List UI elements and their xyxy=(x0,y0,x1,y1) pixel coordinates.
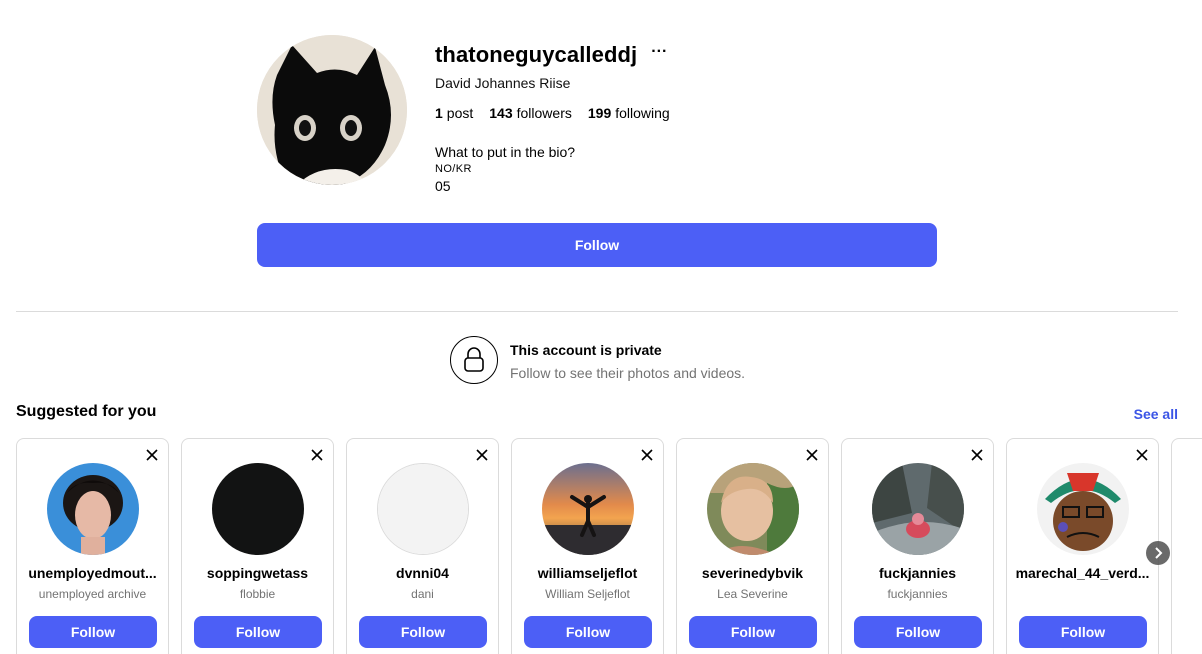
followers-count: 143 xyxy=(489,105,513,121)
follow-button[interactable]: Follow xyxy=(257,223,937,267)
suggestion-username[interactable]: soppingwetass xyxy=(188,565,327,581)
suggestion-follow-button[interactable]: Follow xyxy=(29,616,157,648)
suggestion-subtitle: flobbie xyxy=(239,587,276,601)
followers-stat[interactable]: 143 followers xyxy=(489,105,572,121)
bio-line-1: What to put in the bio? xyxy=(435,144,576,160)
suggestion-card-partial[interactable] xyxy=(1171,438,1202,654)
profile-page: thatoneguycalleddj ··· David Johannes Ri… xyxy=(0,0,1202,654)
avatar[interactable] xyxy=(212,463,304,555)
suggestion-card[interactable]: soppingwetass flobbie Follow xyxy=(181,438,334,654)
profile-full-name: David Johannes Riise xyxy=(435,75,571,91)
suggestion-subtitle: fuckjannies xyxy=(887,587,948,601)
close-icon[interactable] xyxy=(969,447,985,463)
close-icon[interactable] xyxy=(804,447,820,463)
suggestion-card[interactable]: dvnni04 dani Follow xyxy=(346,438,499,654)
suggestion-follow-button[interactable]: Follow xyxy=(359,616,487,648)
suggestion-follow-button[interactable]: Follow xyxy=(689,616,817,648)
chevron-right-icon[interactable] xyxy=(1146,541,1170,565)
see-all-link[interactable]: See all xyxy=(1134,406,1178,422)
cat-avatar-image xyxy=(257,35,407,185)
avatar[interactable] xyxy=(872,463,964,555)
suggestion-username[interactable]: fuckjannies xyxy=(848,565,987,581)
bio-line-3: 05 xyxy=(435,178,451,194)
suggestion-subtitle: William Seljeflot xyxy=(545,587,630,601)
bio-line-2: NO/KR xyxy=(435,163,472,175)
suggestion-username[interactable]: unemployedmout... xyxy=(23,565,162,581)
suggestion-card[interactable]: unemployedmout... unemployed archive Fol… xyxy=(16,438,169,654)
suggestion-username[interactable]: dvnni04 xyxy=(353,565,492,581)
posts-label: post xyxy=(446,105,474,121)
lock-icon xyxy=(450,336,498,384)
suggestion-username[interactable]: severinedybvik xyxy=(683,565,822,581)
suggestion-follow-button[interactable]: Follow xyxy=(854,616,982,648)
profile-bio: What to put in the bio? NO/KR 05 xyxy=(435,143,575,195)
posts-count: 1 xyxy=(435,105,443,121)
suggestions-carousel: unemployedmout... unemployed archive Fol… xyxy=(16,438,1202,654)
more-options-icon[interactable]: ··· xyxy=(651,44,667,66)
suggestion-subtitle: unemployed archive xyxy=(38,587,147,601)
suggestion-follow-button[interactable]: Follow xyxy=(1019,616,1147,648)
followers-label: followers xyxy=(516,105,572,121)
suggestion-card[interactable]: marechal_44_verd... Follow xyxy=(1006,438,1159,654)
posts-stat: 1 post xyxy=(435,105,473,121)
close-icon[interactable] xyxy=(144,447,160,463)
close-icon[interactable] xyxy=(1134,447,1150,463)
suggested-title: Suggested for you xyxy=(16,403,157,420)
avatar[interactable] xyxy=(707,463,799,555)
following-label: following xyxy=(615,105,670,121)
following-stat[interactable]: 199 following xyxy=(588,105,670,121)
avatar[interactable] xyxy=(377,463,469,555)
suggestion-subtitle: dani xyxy=(411,587,434,601)
private-title: This account is private xyxy=(510,342,662,358)
profile-username: thatoneguycalleddj xyxy=(435,42,638,67)
suggestion-username[interactable]: marechal_44_verd... xyxy=(1013,565,1152,581)
close-icon[interactable] xyxy=(474,447,490,463)
suggestion-follow-button[interactable]: Follow xyxy=(194,616,322,648)
profile-avatar[interactable] xyxy=(257,35,407,185)
avatar[interactable] xyxy=(47,463,139,555)
following-count: 199 xyxy=(587,105,612,121)
divider xyxy=(16,311,1178,312)
private-subtitle: Follow to see their photos and videos. xyxy=(510,365,746,381)
suggestion-card[interactable]: williamseljeflot William Seljeflot Follo… xyxy=(511,438,664,654)
suggestion-card[interactable]: severinedybvik Lea Severine Follow xyxy=(676,438,829,654)
suggestion-follow-button[interactable]: Follow xyxy=(524,616,652,648)
close-icon[interactable] xyxy=(309,447,325,463)
close-icon[interactable] xyxy=(639,447,655,463)
avatar[interactable] xyxy=(542,463,634,555)
username-row: thatoneguycalleddj ··· xyxy=(435,42,667,68)
suggestion-username[interactable]: williamseljeflot xyxy=(518,565,657,581)
avatar[interactable] xyxy=(1037,463,1129,555)
profile-stats: 1 post 143 followers 199 following xyxy=(435,105,670,121)
suggestion-card[interactable]: fuckjannies fuckjannies Follow xyxy=(841,438,994,654)
suggestion-subtitle: Lea Severine xyxy=(717,587,788,601)
